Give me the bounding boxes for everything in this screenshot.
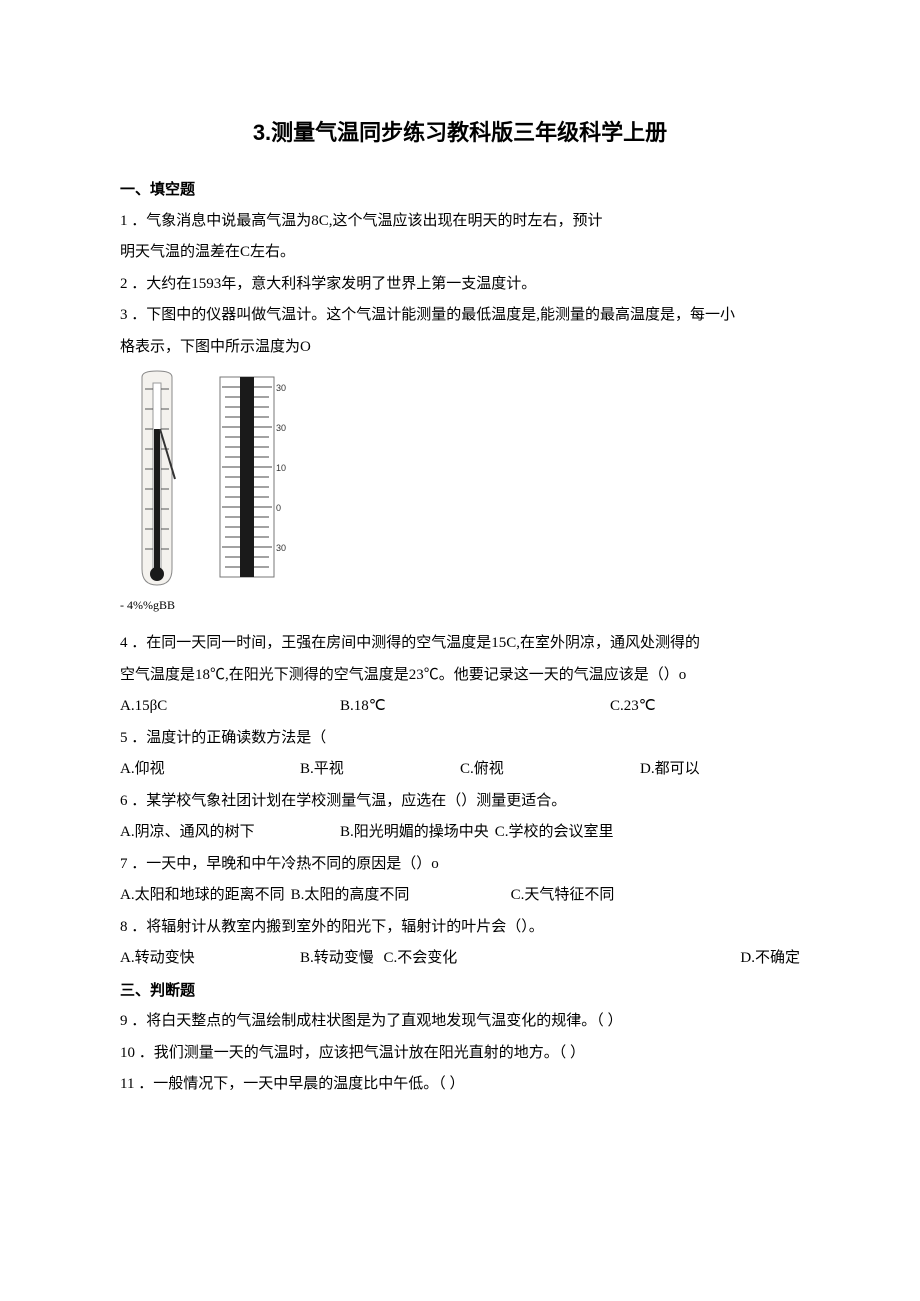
- q5-option-a: A.仰视: [120, 754, 300, 786]
- svg-text:30: 30: [276, 383, 286, 393]
- question-7: 7 ．一天中，早晚和中午冷热不同的原因是（）o: [120, 849, 800, 881]
- section-3-heading: 三、判断题: [120, 975, 800, 1007]
- question-5-options: A.仰视 B.平视 C.俯视 D.都可以: [120, 754, 800, 786]
- q5-option-b: B.平视: [300, 754, 460, 786]
- figure-caption: - 4%%gBB: [120, 593, 800, 618]
- question-6: 6 ．某学校气象社团计划在学校测量气温，应选在（）测量更适合。: [120, 786, 800, 818]
- thermometer-svg: 30 30 10 0 30: [120, 369, 290, 589]
- q8-option-c: C.不会变化: [384, 950, 458, 966]
- q8-option-d: D.不确定: [740, 943, 800, 975]
- question-2: 2 ．大约在1593年，意大利科学家发明了世界上第一支温度计。: [120, 269, 800, 301]
- question-3-line2: 格表示，下图中所示温度为O: [120, 332, 800, 364]
- q6-option-c: C.学校的会议室里: [495, 817, 614, 849]
- q5-option-c: C.俯视: [460, 754, 640, 786]
- question-1-line1: 1 ．气象消息中说最高气温为8C,这个气温应该出现在明天的时左右，预计: [120, 206, 800, 238]
- question-8-options-row: A.转动变快 B.转动变慢 C.不会变化 D.不确定: [120, 943, 800, 975]
- q6-option-b: B.阳光明媚的操场中央: [340, 817, 489, 849]
- worksheet-page: 3.测量气温同步练习教科版三年级科学上册 一、填空题 1 ．气象消息中说最高气温…: [0, 0, 920, 1161]
- q8-option-a: A.转动变快: [120, 943, 300, 975]
- question-9: 9 ．将白天整点的气温绘制成柱状图是为了直观地发现气温变化的规律。（ ）: [120, 1006, 800, 1038]
- q4-option-a: A.15βC: [120, 691, 340, 723]
- question-7-options: A.太阳和地球的距离不同 B.太阳的高度不同 C.天气特征不同: [120, 880, 800, 912]
- q7-option-c: C.天气特征不同: [511, 880, 615, 912]
- q5-option-d: D.都可以: [640, 754, 700, 786]
- q7-option-a: A.太阳和地球的距离不同: [120, 880, 285, 912]
- svg-text:30: 30: [276, 543, 286, 553]
- question-4-line2: 空气温度是18℃,在阳光下测得的空气温度是23℃。他要记录这一天的气温应该是（）…: [120, 660, 800, 692]
- question-1-line2: 明天气温的温差在C左右。: [120, 237, 800, 269]
- q4-option-b: B.18℃: [340, 691, 610, 723]
- question-11: 11 ．一般情况下，一天中早晨的温度比中午低。（ ）: [120, 1069, 800, 1101]
- question-10: 10 ．我们测量一天的气温时，应该把气温计放在阳光直射的地方。（ ）: [120, 1038, 800, 1070]
- svg-text:30: 30: [276, 423, 286, 433]
- question-8: 8 ．将辐射计从教室内搬到室外的阳光下，辐射计的叶片会（）。: [120, 912, 800, 944]
- question-4-options: A.15βC B.18℃ C.23℃: [120, 691, 800, 723]
- q6-option-a: A.阴凉、通风的树下: [120, 817, 340, 849]
- question-3-line1: 3 ．下图中的仪器叫做气温计。这个气温计能测量的最低温度是,能测量的最高温度是，…: [120, 300, 800, 332]
- page-title: 3.测量气温同步练习教科版三年级科学上册: [120, 110, 800, 156]
- question-4-line1: 4 ．在同一天同一时间，王强在房间中测得的空气温度是15C,在室外阴凉，通风处测…: [120, 628, 800, 660]
- question-5: 5 ．温度计的正确读数方法是（: [120, 723, 800, 755]
- q8-option-b: B.转动变慢: [300, 950, 374, 966]
- svg-text:0: 0: [276, 503, 281, 513]
- section-1-heading: 一、填空题: [120, 174, 800, 206]
- svg-text:10: 10: [276, 463, 286, 473]
- thermometer-figure: 30 30 10 0 30: [120, 369, 800, 589]
- q7-option-b: B.太阳的高度不同: [291, 880, 511, 912]
- question-6-options: A.阴凉、通风的树下 B.阳光明媚的操场中央 C.学校的会议室里: [120, 817, 800, 849]
- q4-option-c: C.23℃: [610, 691, 656, 723]
